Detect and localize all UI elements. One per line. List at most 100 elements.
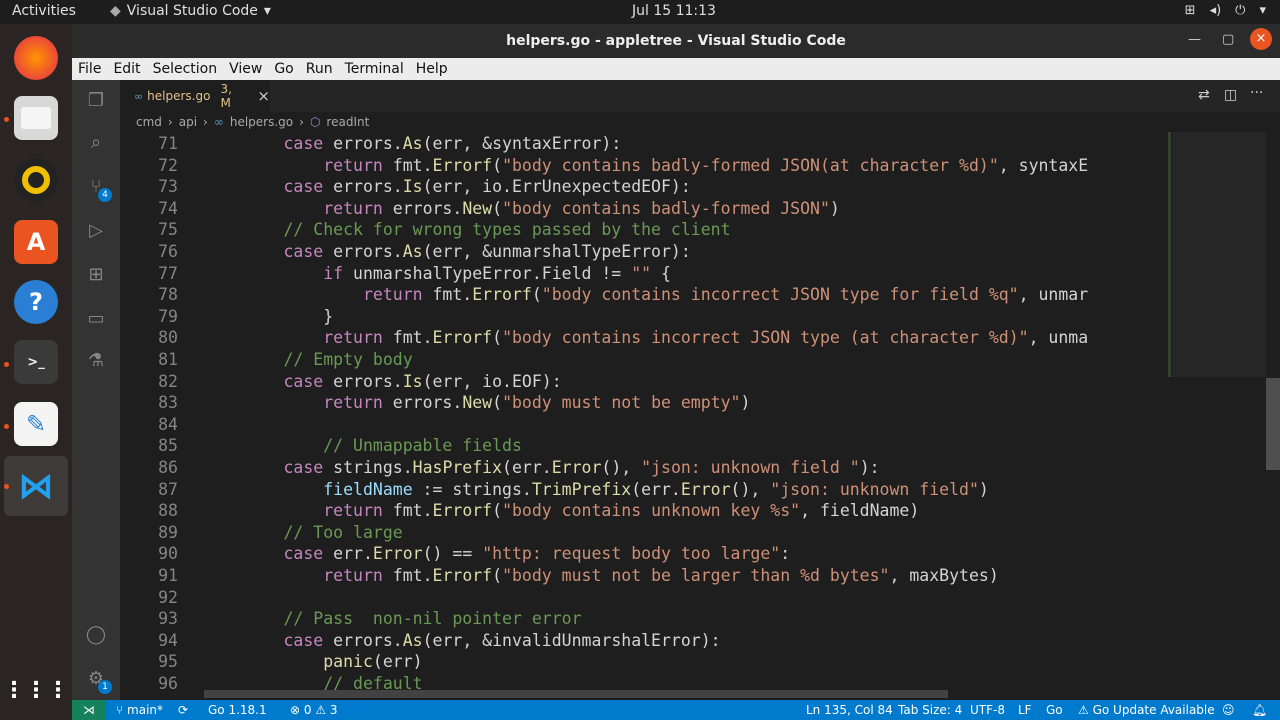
remote-explorer-icon[interactable]: ▭ <box>84 308 108 332</box>
activities-button[interactable]: Activities <box>12 3 76 19</box>
show-applications-icon[interactable]: ⋮⋮⋮ <box>3 668 69 712</box>
rhythmbox-icon[interactable] <box>14 158 58 202</box>
code-line[interactable]: 71 case errors.As(err, &syntaxError): <box>120 133 1168 155</box>
code-line[interactable]: 89 // Too large <box>120 522 1168 544</box>
network-icon[interactable]: ⊞ <box>1185 3 1196 18</box>
code-line[interactable]: 73 case errors.Is(err, io.ErrUnexpectedE… <box>120 176 1168 198</box>
dock: A ? >_ ✎ ⋈ ⋮⋮⋮ <box>0 24 72 720</box>
software-center-icon[interactable]: A <box>14 220 58 264</box>
feedback-icon[interactable]: ☺ <box>1222 703 1235 717</box>
code-line[interactable]: 93 // Pass non-nil pointer error <box>120 608 1168 630</box>
menu-run[interactable]: Run <box>300 61 339 77</box>
accounts-icon[interactable]: ◯ <box>84 624 108 648</box>
code-text: case errors.Is(err, io.EOF): <box>283 371 562 391</box>
tab-size[interactable]: Tab Size: 4 <box>898 703 962 717</box>
maximize-button[interactable]: ▢ <box>1222 32 1234 47</box>
problems-indicator[interactable]: ⊗ 0 ⚠ 3 <box>290 703 338 717</box>
menu-help[interactable]: Help <box>410 61 454 77</box>
split-editor-icon[interactable]: ◫ <box>1224 87 1237 103</box>
go-update[interactable]: ⚠ Go Update Available <box>1078 703 1215 717</box>
code-line[interactable]: 78 return fmt.Errorf("body contains inco… <box>120 284 1168 306</box>
code-text: fieldName := strings.TrimPrefix(err.Erro… <box>323 479 989 499</box>
breadcrumb-symbol[interactable]: readInt <box>326 115 369 129</box>
code-line[interactable]: 85 // Unmappable fields <box>120 435 1168 457</box>
chevron-down-icon[interactable]: ▾ <box>1259 3 1266 18</box>
git-branch[interactable]: ⑂ main* <box>116 703 163 717</box>
code-line[interactable]: 90 case err.Error() == "http: request bo… <box>120 543 1168 565</box>
code-line[interactable]: 74 return errors.New("body contains badl… <box>120 198 1168 220</box>
extensions-icon[interactable]: ⊞ <box>84 264 108 288</box>
menu-selection[interactable]: Selection <box>147 61 224 77</box>
cursor-position[interactable]: Ln 135, Col 84 <box>806 703 893 717</box>
code-line[interactable]: 72 return fmt.Errorf("body contains badl… <box>120 155 1168 177</box>
testing-icon[interactable]: ⚗ <box>84 350 108 374</box>
breadcrumb-file[interactable]: helpers.go <box>230 115 293 129</box>
code-line[interactable]: 81 // Empty body <box>120 349 1168 371</box>
files-icon[interactable] <box>14 96 58 140</box>
terminal-icon[interactable]: >_ <box>14 340 58 384</box>
tab-close-icon[interactable]: × <box>257 87 270 105</box>
breadcrumb-api[interactable]: api <box>179 115 197 129</box>
code-text: return fmt.Errorf("body must not be larg… <box>323 566 999 585</box>
help-icon[interactable]: ? <box>14 280 58 324</box>
remote-indicator[interactable]: ⋊ <box>72 700 106 720</box>
code-line[interactable]: 84 <box>120 414 1168 436</box>
run-debug-icon[interactable]: ▷ <box>84 220 108 244</box>
notifications-icon[interactable]: 🔔︎ <box>1252 703 1267 717</box>
code-line[interactable]: 75 // Check for wrong types passed by th… <box>120 219 1168 241</box>
minimize-button[interactable]: — <box>1188 32 1201 47</box>
minimap[interactable] <box>1168 132 1266 700</box>
code-line[interactable]: 83 return errors.New("body must not be e… <box>120 392 1168 414</box>
code-text: case errors.As(err, &syntaxError): <box>283 134 622 153</box>
code-line[interactable]: 87 fieldName := strings.TrimPrefix(err.E… <box>120 479 1168 501</box>
code-line[interactable]: 79 } <box>120 306 1168 328</box>
menu-terminal[interactable]: Terminal <box>339 61 410 77</box>
code-text: // Pass non-nil pointer error <box>283 609 582 629</box>
code-line[interactable]: 77 if unmarshalTypeError.Field != "" { <box>120 263 1168 285</box>
code-text: case errors.Is(err, io.ErrUnexpectedEOF)… <box>283 177 691 197</box>
encoding[interactable]: UTF-8 <box>970 703 1005 717</box>
code-line[interactable]: 76 case errors.As(err, &unmarshalTypeErr… <box>120 241 1168 263</box>
volume-icon[interactable]: ◂) <box>1210 3 1222 18</box>
language-mode[interactable]: Go <box>1046 703 1063 717</box>
code-line[interactable]: 95 panic(err) <box>120 651 1168 673</box>
code-line[interactable]: 92 <box>120 587 1168 609</box>
app-menu[interactable]: ◆ Visual Studio Code ▾ <box>110 3 271 19</box>
code-line[interactable]: 82 case errors.Is(err, io.EOF): <box>120 371 1168 393</box>
menu-edit[interactable]: Edit <box>107 61 146 77</box>
firefox-icon[interactable] <box>14 36 58 80</box>
line-number: 75 <box>158 220 178 240</box>
text-editor-icon[interactable]: ✎ <box>14 402 58 446</box>
code-text: case err.Error() == "http: request body … <box>283 544 791 564</box>
go-file-icon: ∞ <box>213 115 224 129</box>
code-line[interactable]: 86 case strings.HasPrefix(err.Error(), "… <box>120 457 1168 479</box>
breadcrumb-cmd[interactable]: cmd <box>136 115 162 129</box>
compare-changes-icon[interactable]: ⇄ <box>1198 87 1210 103</box>
code-editor[interactable]: 71 case errors.As(err, &syntaxError): 72 … <box>120 132 1168 690</box>
vertical-scrollbar[interactable] <box>1266 132 1280 700</box>
horizontal-scrollbar[interactable] <box>204 690 948 698</box>
clock[interactable]: Jul 15 11:13 <box>632 3 716 19</box>
eol[interactable]: LF <box>1018 703 1032 717</box>
search-icon[interactable]: ⌕ <box>84 132 108 156</box>
power-icon[interactable]: ⏻ <box>1235 3 1245 18</box>
menu-file[interactable]: File <box>72 61 107 77</box>
code-line[interactable]: 94 case errors.As(err, &invalidUnmarshal… <box>120 630 1168 652</box>
close-button[interactable]: × <box>1250 28 1272 50</box>
code-line[interactable]: 96 // default <box>120 673 1168 690</box>
code-text: if unmarshalTypeError.Field != "" { <box>323 263 671 283</box>
code-text: return errors.New("body must not be empt… <box>323 393 751 413</box>
go-version[interactable]: Go 1.18.1 <box>208 703 267 717</box>
code-line[interactable]: 80 return fmt.Errorf("body contains inco… <box>120 327 1168 349</box>
more-actions-icon[interactable]: ··· <box>1250 85 1263 101</box>
vscode-dock-icon[interactable]: ⋈ <box>14 464 58 508</box>
code-line[interactable]: 91 return fmt.Errorf("body must not be l… <box>120 565 1168 587</box>
menu-view[interactable]: View <box>223 61 268 77</box>
menu-bar: File Edit Selection View Go Run Terminal… <box>72 58 1280 80</box>
window-title-bar: helpers.go - appletree - Visual Studio C… <box>72 24 1280 58</box>
explorer-icon[interactable]: ❐ <box>84 90 108 114</box>
tab-helpers-go[interactable]: ∞ helpers.go 3, M × <box>120 80 270 112</box>
sync-icon[interactable]: ⟳ <box>178 703 188 717</box>
menu-go[interactable]: Go <box>268 61 299 77</box>
code-line[interactable]: 88 return fmt.Errorf("body contains unkn… <box>120 500 1168 522</box>
